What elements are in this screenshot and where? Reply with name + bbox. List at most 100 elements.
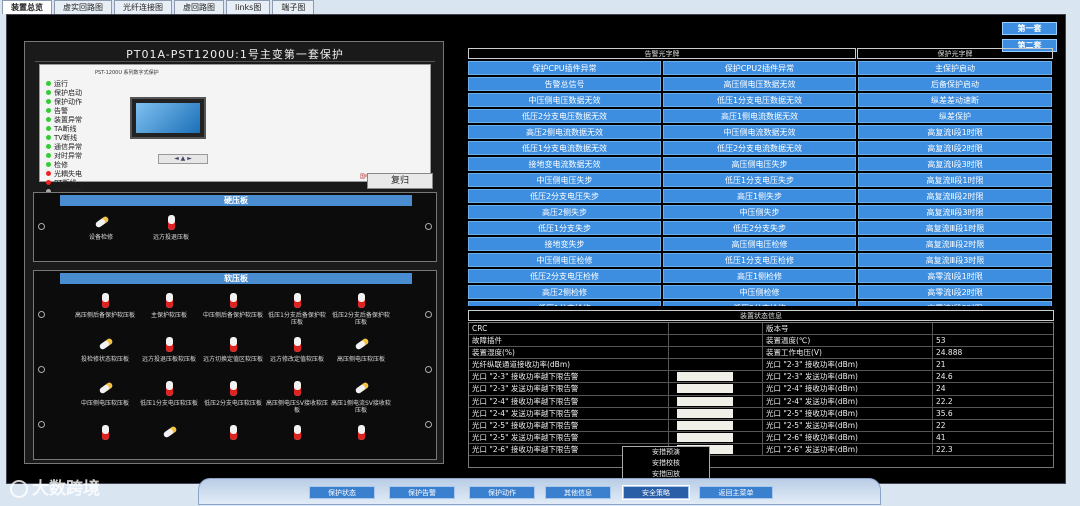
menu-button-2[interactable]: 保护动作 <box>469 486 535 499</box>
plate-engaged-icon <box>289 423 305 443</box>
pressure-plate[interactable]: 设备检修 <box>70 213 132 251</box>
device-model-label: PST-1200U 系列数字式保护 <box>95 70 159 76</box>
plate-label: 中压侧电压软压板 <box>80 400 129 407</box>
set1-button[interactable]: 第一套 <box>1002 22 1057 35</box>
pressure-plate[interactable]: 中压侧后备保护软压板 <box>202 291 264 329</box>
soft-plate-title: 软压板 <box>60 273 412 284</box>
led-icon <box>46 126 51 131</box>
reset-button[interactable]: 复归 <box>367 173 433 189</box>
menu-button-0[interactable]: 保护状态 <box>309 486 375 499</box>
indicator-box <box>677 372 733 382</box>
pressure-plate[interactable] <box>330 423 392 461</box>
pressure-plate[interactable]: 高压侧后备保护软压板 <box>74 291 136 329</box>
plate-label: 高压侧电压软压板 <box>336 356 385 363</box>
menu-button-1[interactable]: 保护告警 <box>389 486 455 499</box>
tab-5[interactable]: 端子图 <box>272 0 315 14</box>
plate-engaged-icon <box>161 379 177 399</box>
pressure-plate[interactable]: 低压1分支电压软压板 <box>138 379 200 417</box>
protection-light: 高复流Ⅰ段3时限 <box>858 156 1052 171</box>
status-key: 光口 "2-5" 发送功率(dBm) <box>763 419 933 431</box>
device-keypad[interactable]: ◄ ▲ ► <box>158 154 208 164</box>
device-front-panel: PST-1200U 系列数字式保护 运行 保护启动 保护动作 告警 装置异常 TA断线 TV… <box>39 64 431 205</box>
status-key: 光口 "2-3" 发送功率(dBm) <box>763 371 933 383</box>
tab-0[interactable]: 装置总览 <box>2 0 52 14</box>
plate-released-icon <box>93 213 110 233</box>
tab-4[interactable]: links图 <box>226 0 271 14</box>
alarm-light: 低压2分支电压失步 <box>468 188 661 203</box>
pressure-plate[interactable]: 远方修改定值软压板 <box>266 335 328 373</box>
led-icon <box>46 180 51 185</box>
alarm-light: 低压1分支检修 <box>468 300 661 306</box>
plate-engaged-icon <box>163 213 179 233</box>
pressure-plate[interactable]: 高压1侧电流SV接收软压板 <box>330 379 392 417</box>
pressure-plate[interactable]: 远方切换定值区软压板 <box>202 335 264 373</box>
popup-item[interactable]: 安措预演 <box>623 447 709 458</box>
pressure-plate[interactable]: 主保护软压板 <box>138 291 200 329</box>
tab-1[interactable]: 虚实回路图 <box>54 0 112 14</box>
plate-label: 中压侧后备保护软压板 <box>202 312 263 319</box>
tab-3[interactable]: 虚回路图 <box>174 0 224 14</box>
status-value <box>933 323 1053 334</box>
alarm-light: 高压侧电压检修 <box>663 236 856 251</box>
alarm-row: 保护CPU插件异常 保护CPU2插件异常 主保护启动 <box>468 61 1054 77</box>
pressure-plate[interactable]: 低压2分支电压软压板 <box>202 379 264 417</box>
pressure-plate[interactable] <box>266 423 328 461</box>
plate-label: 设备检修 <box>88 234 113 241</box>
screw-icon <box>425 421 432 428</box>
protection-light: 高复流Ⅱ段3时限 <box>858 204 1052 219</box>
pressure-plate[interactable] <box>202 423 264 461</box>
status-table: CRC 版本号 故障插件 装置温度(℃) 53 装置湿度(%) 装置工作电压(V) 24.88… <box>468 322 1054 468</box>
status-value: 41 <box>936 432 946 442</box>
pressure-plate[interactable] <box>74 423 136 461</box>
menu-button-3[interactable]: 其他信息 <box>545 486 611 499</box>
led-icon <box>46 153 51 158</box>
pressure-plate[interactable]: 低压2分支后备保护软压板 <box>330 291 392 329</box>
pressure-plate[interactable]: 远方投退压板 <box>140 213 202 251</box>
alarm-light: 高压2侧检修 <box>468 284 661 299</box>
tab-2[interactable]: 光纤连接图 <box>114 0 172 14</box>
menu-button-5[interactable]: 返回主菜单 <box>699 486 773 499</box>
status-key: 光口 "2-6" 发送功率(dBm) <box>763 443 933 456</box>
alarm-light: 低压2分支电流数据无效 <box>663 140 856 155</box>
alarm-light: 保护CPU插件异常 <box>468 61 661 75</box>
status-key: CRC <box>469 323 669 335</box>
plate-released-icon <box>353 335 370 355</box>
pressure-plate[interactable]: 远方投退压板软压板 <box>138 335 200 373</box>
pressure-plate[interactable]: 低压1分支后备保护软压板 <box>266 291 328 329</box>
popup-item[interactable]: 安措校核 <box>623 458 709 469</box>
alarm-row: 低压2分支电压失步 高压1侧失步 高复流Ⅱ段2时限 <box>468 188 1054 205</box>
pressure-plate[interactable] <box>138 423 200 461</box>
alarm-row: 低压2分支电压检修 高压1侧检修 高零流Ⅰ段1时限 <box>468 268 1054 285</box>
pressure-plate[interactable]: 中压侧电压软压板 <box>74 379 136 417</box>
top-tab-bar: 装置总览 虚实回路图 光纤连接图 虚回路图 links图 端子图 <box>2 0 315 14</box>
alarm-light: 高压侧电压失步 <box>663 156 856 171</box>
menu-button-4[interactable]: 安全策略 <box>622 485 690 500</box>
screw-icon <box>425 223 432 230</box>
plate-engaged-icon <box>161 291 177 311</box>
plate-engaged-icon <box>225 423 241 443</box>
status-key: 装置湿度(%) <box>469 347 669 359</box>
hard-plate-panel: 硬压板 设备检修 远方投退压板 <box>33 192 437 262</box>
screw-icon <box>38 421 45 428</box>
screw-icon <box>38 311 45 318</box>
soft-plate-panel: 软压板 高压侧后备保护软压板 主保护软压板 中压侧后备保护软压板 低压1分支后备保护软… <box>33 270 437 460</box>
alarm-row: 中压侧电压检修 低压1分支电压检修 高复流Ⅲ段3时限 <box>468 252 1054 269</box>
pressure-plate[interactable]: 投检修状态软压板 <box>74 335 136 373</box>
status-row: 光口 "2-5" 发送功率越下限告警 光口 "2-6" 接收功率(dBm) 41 <box>469 431 1053 444</box>
plate-released-icon <box>353 379 370 399</box>
pressure-plate[interactable]: 高压侧电压软压板 <box>330 335 392 373</box>
alarm-light: 低压2分支电压数据无效 <box>468 108 661 123</box>
pressure-plate[interactable]: 高压侧电压SV接收软压板 <box>266 379 328 417</box>
alarm-row: 高压2侧电流数据无效 中压侧电流数据无效 高复流Ⅰ段1时限 <box>468 124 1054 141</box>
protection-light: 后备保护启动 <box>858 76 1052 91</box>
indicator-box <box>677 396 733 406</box>
plate-label: 低压2分支电压软压板 <box>204 400 262 407</box>
hard-plate-title: 硬压板 <box>60 195 412 206</box>
alarm-light: 高压2侧失步 <box>468 204 661 219</box>
device-rack: PT01A-PST1200U:1号主变第一套保护 PST-1200U 系列数字式… <box>24 41 444 464</box>
alarm-row: 低压2分支电压数据无效 高压1侧电流数据无效 纵差保护 <box>468 108 1054 125</box>
status-key: 光口 "2-5" 接收功率(dBm) <box>763 407 933 419</box>
alarm-row: 低压1分支检修低压2分支检修高零流Ⅰ段3时限 <box>468 300 1054 306</box>
led-icon <box>46 135 51 140</box>
plate-label: 高压1侧电流SV接收软压板 <box>331 400 391 414</box>
